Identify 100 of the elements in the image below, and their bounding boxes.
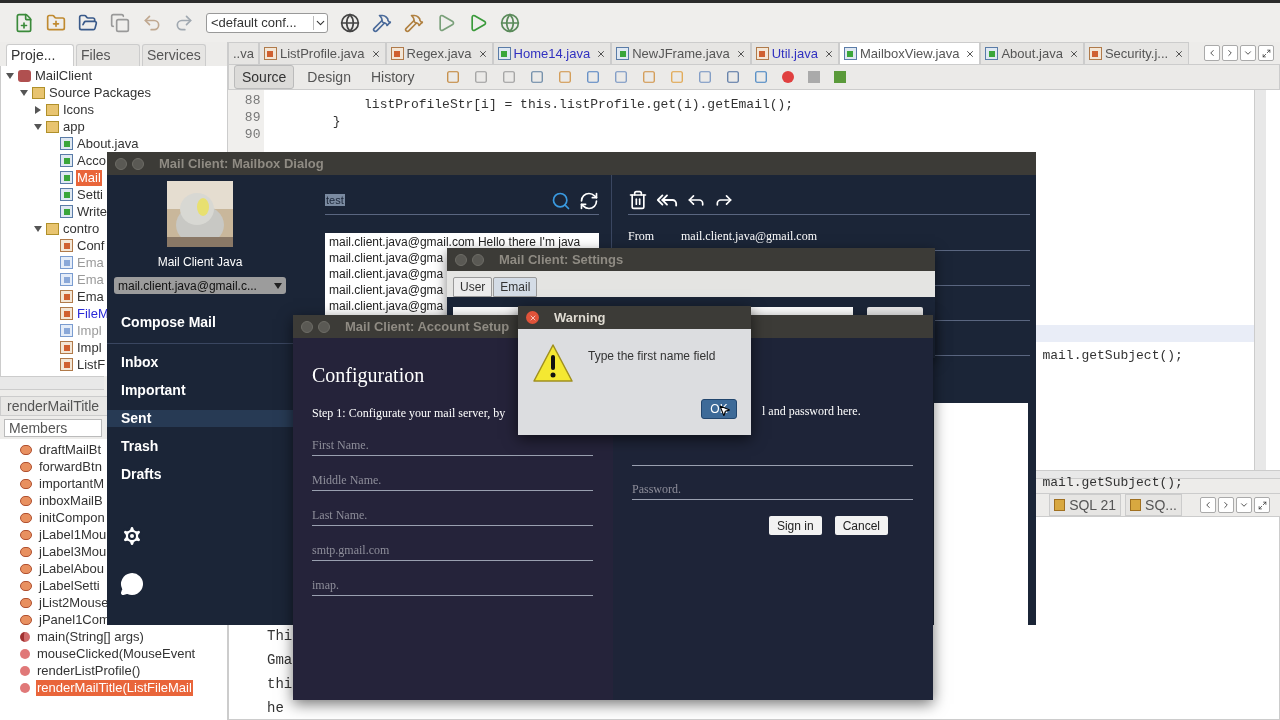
tree-item[interactable]: Conf (76, 237, 106, 254)
compose-button[interactable]: Compose Mail (121, 312, 293, 333)
toolbar-icon[interactable] (557, 70, 572, 84)
search-icon[interactable] (551, 190, 571, 211)
toolbar-icon[interactable] (669, 70, 684, 84)
message-item[interactable]: mail.client.java@gma (329, 251, 444, 265)
view-tab[interactable]: Source (234, 65, 295, 89)
hammer-icon[interactable] (372, 12, 392, 33)
run-icon[interactable] (436, 12, 456, 33)
scroll-right-button[interactable] (1218, 497, 1234, 513)
cancel-button[interactable]: Cancel (834, 516, 888, 535)
close-icon[interactable] (1174, 48, 1185, 59)
nav-item[interactable]: Drafts (107, 466, 293, 483)
horizontal-scrollbar[interactable] (0, 376, 104, 390)
tree-item[interactable]: Source Packages (48, 84, 152, 101)
maximize-button[interactable] (1258, 45, 1274, 61)
message-body[interactable] (934, 403, 1028, 625)
view-tab[interactable]: History (363, 65, 422, 89)
dropdown-button[interactable] (1236, 497, 1252, 513)
member-item[interactable]: main(String[] args) (36, 628, 145, 645)
input-field[interactable]: smtp.gmail.com (312, 541, 593, 561)
tree-item[interactable]: About.java (76, 135, 140, 152)
tree-item[interactable]: Icons (62, 101, 96, 118)
stop-icon[interactable] (807, 71, 820, 83)
toolbar-icon[interactable] (697, 70, 712, 84)
sign-in-button[interactable]: Sign in (768, 516, 822, 535)
toolbar-icon[interactable] (753, 70, 768, 84)
member-item[interactable]: jLabelAbou (38, 560, 106, 577)
configuration-combo[interactable]: <default conf... (206, 12, 328, 33)
toolbar-icon[interactable] (641, 70, 656, 84)
vertical-scrollbar[interactable] (1254, 90, 1266, 470)
undo-icon[interactable] (142, 12, 162, 33)
message-item[interactable]: mail.client.java@gma (329, 283, 444, 297)
tree-item[interactable]: Ema (76, 288, 105, 305)
tree-item[interactable]: Setti (76, 186, 104, 203)
expand-toggle[interactable] (6, 71, 14, 80)
account-combo[interactable]: mail.client.java@gmail.c... (114, 277, 286, 294)
member-item[interactable]: forwardBtn (38, 458, 103, 475)
nav-item[interactable]: Trash (107, 438, 293, 455)
scroll-left-button[interactable] (1204, 45, 1220, 61)
member-item[interactable]: jLabel1Mou (38, 526, 108, 543)
tree-item[interactable]: app (62, 118, 86, 135)
nav-item[interactable]: Sent (107, 410, 293, 427)
expand-toggle[interactable] (34, 122, 42, 131)
toolbar-icon[interactable] (613, 70, 628, 84)
message-item[interactable]: mail.client.java@gmail.com Hello there I'm java (329, 235, 581, 249)
new-project-icon[interactable] (46, 12, 66, 33)
toolbar-icon[interactable] (501, 70, 516, 84)
globe-icon[interactable] (340, 12, 360, 33)
close-icon[interactable] (370, 48, 381, 59)
minimize-button[interactable] (132, 157, 144, 170)
redo-icon[interactable] (174, 12, 194, 33)
password-field[interactable]: Password. (632, 480, 913, 500)
scroll-right-button[interactable] (1222, 45, 1238, 61)
member-item[interactable]: mouseClicked(MouseEvent (36, 645, 197, 662)
toolbar-icon[interactable] (445, 70, 460, 84)
tree-item[interactable]: Acco (76, 152, 107, 169)
dropdown-button[interactable] (1240, 45, 1256, 61)
scroll-left-button[interactable] (1200, 497, 1216, 513)
nav-item[interactable]: Important (107, 382, 293, 399)
info-icon[interactable] (120, 572, 144, 596)
minimize-button[interactable] (472, 253, 484, 266)
close-icon[interactable] (477, 48, 488, 59)
view-tab[interactable]: Design (300, 65, 358, 89)
settings-tab[interactable]: Email (493, 277, 538, 297)
input-field[interactable]: First Name. (312, 436, 593, 456)
close-icon[interactable] (1068, 48, 1079, 59)
member-item[interactable]: importantM (38, 475, 106, 492)
filter-combo[interactable]: Members (4, 419, 102, 437)
member-item[interactable]: jList2Mouse (38, 594, 110, 611)
comment-icon[interactable] (833, 71, 846, 83)
close-icon[interactable] (596, 48, 607, 59)
save-all-icon[interactable] (110, 12, 130, 33)
message-item[interactable]: mail.client.java@gma (329, 299, 444, 313)
member-item[interactable]: jPanel1Com (38, 611, 111, 628)
close-icon[interactable] (965, 48, 976, 59)
input-field[interactable]: Middle Name. (312, 471, 593, 491)
member-item[interactable]: jLabel3Mou (38, 543, 108, 560)
settings-tab[interactable]: User (453, 277, 493, 297)
toolbar-icon[interactable] (585, 70, 600, 84)
member-item[interactable]: inboxMailB (38, 492, 104, 509)
panel-tab[interactable]: Proje... (6, 44, 74, 66)
member-item[interactable]: draftMailBt (38, 441, 103, 458)
toolbar-icon[interactable] (473, 70, 488, 84)
member-item[interactable]: renderListProfile() (36, 662, 142, 679)
input-field[interactable]: imap. (312, 576, 593, 596)
member-item[interactable]: initCompon (38, 509, 106, 526)
close-icon[interactable] (735, 48, 746, 59)
panel-tab[interactable]: Services (142, 44, 206, 66)
trash-icon[interactable] (628, 189, 648, 210)
message-item[interactable]: mail.client.java@gma (329, 267, 444, 281)
tree-item[interactable]: Write (76, 203, 109, 220)
record-icon[interactable] (781, 71, 794, 83)
nav-item[interactable]: Inbox (107, 354, 293, 371)
clean-build-icon[interactable] (404, 12, 424, 33)
tree-item[interactable]: ListF (76, 356, 107, 373)
toolbar-icon[interactable] (529, 70, 544, 84)
maximize-button[interactable] (1254, 497, 1270, 513)
toolbar-icon[interactable] (725, 70, 740, 84)
open-project-icon[interactable] (78, 12, 98, 33)
